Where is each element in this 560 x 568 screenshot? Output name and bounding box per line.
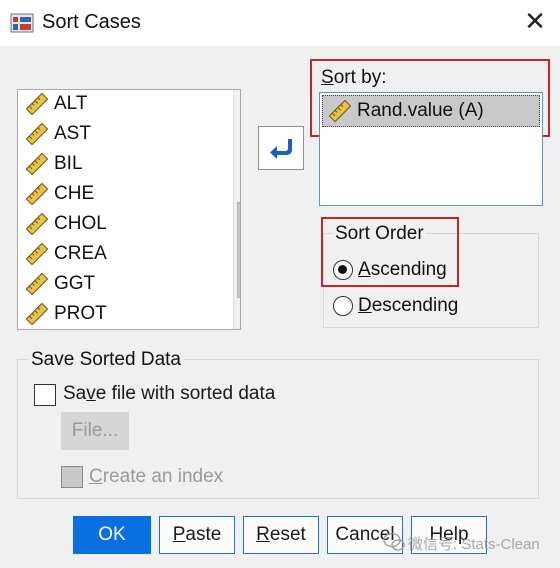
variable-label: BIL [54, 153, 83, 174]
variable-label: CREA [54, 243, 107, 264]
variable-item[interactable]: GGT [26, 270, 95, 298]
title-bar: Sort Cases ✕ [0, 0, 560, 46]
paste-button[interactable]: Paste [159, 516, 235, 554]
scrollbar[interactable]: ▲ ▼ [233, 90, 240, 329]
variable-label: CHE [54, 183, 95, 204]
variable-item[interactable]: PROT [26, 300, 107, 328]
ruler-icon [26, 123, 48, 145]
scroll-down-icon[interactable]: ▼ [234, 300, 240, 326]
ruler-icon [329, 100, 351, 122]
scroll-thumb[interactable] [237, 202, 240, 298]
variable-item[interactable]: CREA [26, 240, 107, 268]
sortby-item-label: Rand.value (A) [357, 100, 484, 121]
variable-label: AST [54, 123, 91, 144]
save-file-label[interactable]: Save file with sorted data [63, 383, 275, 405]
radio-selected-dot [338, 265, 347, 274]
reset-button[interactable]: Reset [243, 516, 319, 554]
create-index-checkbox[interactable] [61, 466, 83, 488]
scroll-up-icon[interactable]: ▲ [234, 92, 240, 118]
variable-label: GGT [54, 273, 96, 294]
arrow-left-icon [270, 139, 292, 159]
ruler-icon [26, 213, 48, 235]
file-button[interactable]: File... [61, 412, 129, 450]
window-title: Sort Cases [42, 11, 141, 33]
ruler-icon [26, 243, 48, 265]
variable-item[interactable]: ALT [26, 90, 87, 118]
create-index-label[interactable]: Create an index [89, 466, 223, 488]
variable-item[interactable]: BIL [26, 150, 83, 178]
sortby-list[interactable]: Rand.value (A) [319, 92, 543, 206]
ascending-radio[interactable] [333, 260, 353, 280]
variable-label: CHOL [54, 213, 107, 234]
ascending-label[interactable]: Ascending [358, 259, 447, 281]
variable-item[interactable]: CHE [26, 180, 94, 208]
app-icon [10, 13, 34, 33]
variable-item[interactable]: CHOL [26, 210, 107, 238]
variable-list[interactable]: ALT AST BIL CHE CHOL CREA GGT PROT ▲ ▼ [17, 89, 241, 330]
sortby-label: Sort by: [321, 67, 387, 88]
save-sorted-data-title: Save Sorted Data [28, 349, 184, 371]
save-file-checkbox[interactable] [34, 384, 56, 406]
close-icon[interactable]: ✕ [520, 7, 550, 37]
variable-item[interactable]: AST [26, 120, 91, 148]
variable-label: PROT [54, 303, 107, 324]
ruler-icon [26, 183, 48, 205]
descending-radio[interactable] [333, 296, 353, 316]
ruler-icon [26, 153, 48, 175]
watermark: 微信号: Stats-Clean [408, 536, 540, 553]
sortby-item[interactable]: Rand.value (A) [322, 95, 540, 127]
ruler-icon [26, 303, 48, 325]
ruler-icon [26, 273, 48, 295]
ok-button[interactable]: OK [73, 516, 151, 554]
ruler-icon [26, 93, 48, 115]
descending-label[interactable]: Descending [358, 295, 458, 317]
variable-label: ALT [54, 93, 88, 114]
move-to-sortby-button[interactable] [258, 126, 304, 170]
wechat-icon [383, 532, 405, 551]
